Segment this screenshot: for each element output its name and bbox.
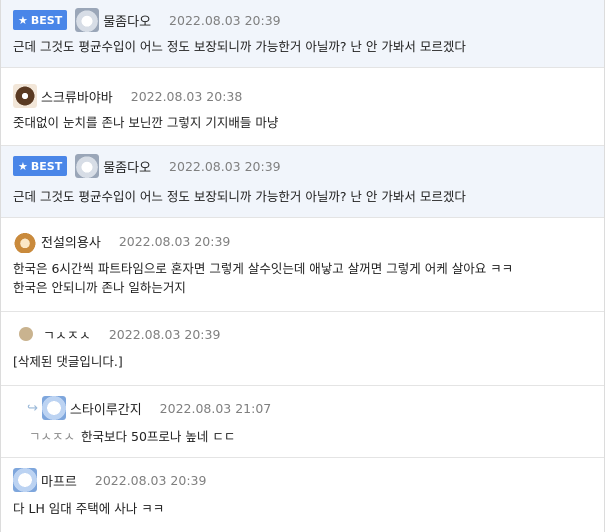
cat-icon[interactable] <box>75 8 100 32</box>
comment-meta: 스크류바야바 2022.08.03 20:38 <box>13 84 242 108</box>
comment-list: ★ BEST 물좀다오 2022.08.03 20:39 근데 그것도 평균수입이… <box>0 0 605 532</box>
author-name[interactable]: 물좀다오 <box>103 157 151 176</box>
comment-meta: 마프르 2022.08.03 20:39 <box>13 468 206 492</box>
comment-item: 스크류바야바 2022.08.03 20:38 줏대없이 눈치를 존나 보닌깐 … <box>1 68 604 146</box>
comment-line: 다 LH 임대 주택에 사나 ㅋㅋ <box>13 501 165 516</box>
comment-date: 2022.08.03 21:07 <box>159 400 272 416</box>
comment-line: 근데 그것도 평균수입이 어느 정도 보장되니까 가능한거 아닐까? 난 안 가… <box>13 189 466 204</box>
best-badge-label: BEST <box>30 13 63 27</box>
comment-date: 2022.08.03 20:39 <box>108 326 221 342</box>
author-name[interactable]: 마프르 <box>41 471 77 490</box>
comment-line: 한국은 6시간씩 파트타임으로 혼자면 그렇게 살수잇는데 애낳고 살꺼면 그렇… <box>13 261 514 276</box>
author-name[interactable]: 물좀다오 <box>103 11 151 30</box>
comment-item: ★ BEST 물좀다오 2022.08.03 20:39 근데 그것도 평균수입이… <box>1 0 604 68</box>
comment-text: 다 LH 임대 주택에 사나 ㅋㅋ <box>13 499 592 518</box>
author-name[interactable]: ㄱㅅㅈㅅ <box>43 325 91 344</box>
fox-icon[interactable] <box>13 229 37 253</box>
comment-text: ㄱㅅㅈㅅ 한국보다 50프로나 높네 ㄷㄷ <box>29 427 592 446</box>
comment-text: 근데 그것도 평균수입이 어느 정도 보장되니까 가능한거 아닐까? 난 안 가… <box>13 37 592 56</box>
star-icon: ★ <box>18 159 28 173</box>
dog-icon[interactable] <box>13 84 37 108</box>
comment-line: 근데 그것도 평균수입이 어느 정도 보장되니까 가능한거 아닐까? 난 안 가… <box>13 39 466 54</box>
comment-meta: ㄱㅅㅈㅅ 2022.08.03 20:39 <box>13 322 220 346</box>
comment-item: 전설의용사 2022.08.03 20:39 한국은 6시간씩 파트타임으로 혼… <box>1 218 604 312</box>
comment-date: 2022.08.03 20:38 <box>130 88 243 104</box>
comment-text: 줏대없이 눈치를 존나 보닌깐 그렇지 기지배들 마냥 <box>13 113 592 132</box>
comment-meta: ★ BEST 물좀다오 2022.08.03 20:39 <box>13 154 281 178</box>
comment-line: 한국보다 50프로나 높네 ㄷㄷ <box>81 429 236 444</box>
comment-line: [삭제된 댓글입니다.] <box>13 354 123 369</box>
comment-text: [삭제된 댓글입니다.] <box>13 352 592 371</box>
comment-date: 2022.08.03 20:39 <box>94 472 207 488</box>
comment-date: 2022.08.03 20:39 <box>169 158 281 174</box>
author-name[interactable]: 스타이루간지 <box>70 399 142 418</box>
reply-arrow-icon: ↪ <box>27 400 38 416</box>
reply-item: ↪ 스타이루간지 2022.08.03 21:07 ㄱㅅㅈㅅ 한국보다 50프로나… <box>1 386 604 458</box>
best-badge: ★ BEST <box>13 156 68 176</box>
cat-icon[interactable] <box>75 154 100 178</box>
ghost-icon[interactable] <box>41 396 66 420</box>
comment-date: 2022.08.03 20:39 <box>169 12 281 28</box>
author-name[interactable]: 스크류바야바 <box>41 87 113 106</box>
comment-text: 한국은 6시간씩 파트타임으로 혼자면 그렇게 살수잇는데 애낳고 살꺼면 그렇… <box>13 259 592 297</box>
comment-meta: ↪ 스타이루간지 2022.08.03 21:07 <box>27 396 271 420</box>
comment-line: 줏대없이 눈치를 존나 보닌깐 그렇지 기지배들 마냥 <box>13 115 279 130</box>
comment-meta: ★ BEST 물좀다오 2022.08.03 20:39 <box>13 8 281 32</box>
comment-date: 2022.08.03 20:39 <box>118 233 231 249</box>
comment-item: ㄱㅅㅈㅅ 2022.08.03 20:39 [삭제된 댓글입니다.] <box>1 312 604 386</box>
author-name[interactable]: 전설의용사 <box>41 232 101 251</box>
comment-item: 마프르 2022.08.03 20:39 다 LH 임대 주택에 사나 ㅋㅋ <box>1 458 604 532</box>
reply-target: ㄱㅅㅈㅅ <box>29 429 76 444</box>
dot-icon <box>19 327 33 341</box>
comment-meta: 전설의용사 2022.08.03 20:39 <box>13 229 230 253</box>
best-badge-label: BEST <box>30 159 63 173</box>
best-badge: ★ BEST <box>13 10 68 30</box>
ghost-icon[interactable] <box>13 468 37 492</box>
comment-line: 한국은 안되니까 존나 일하는거지 <box>13 280 186 295</box>
star-icon: ★ <box>18 13 28 27</box>
comment-text: 근데 그것도 평균수입이 어느 정도 보장되니까 가능한거 아닐까? 난 안 가… <box>13 187 592 206</box>
comment-item: ★ BEST 물좀다오 2022.08.03 20:39 근데 그것도 평균수입이… <box>1 146 604 218</box>
